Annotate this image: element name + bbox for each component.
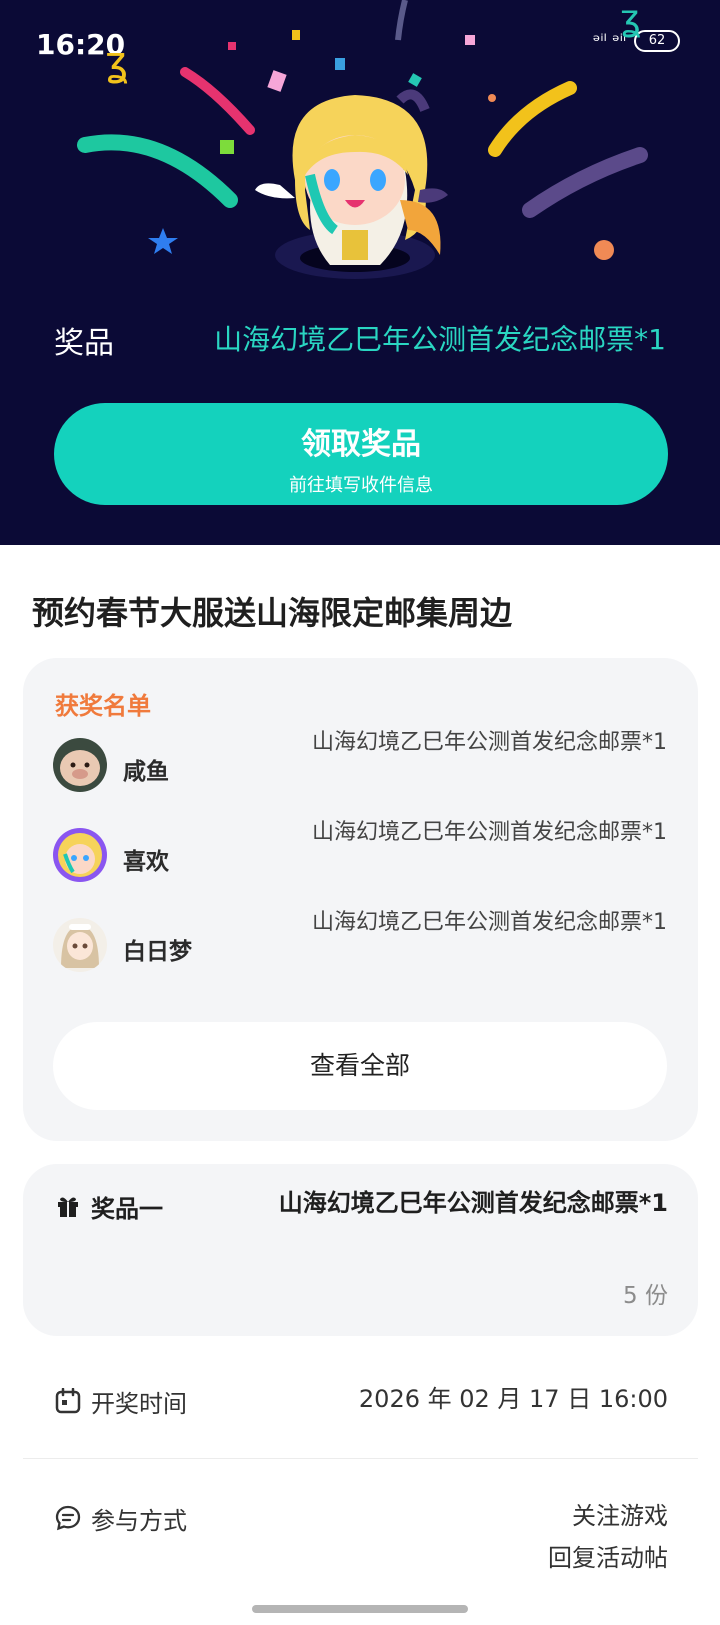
participation-label: 参与方式 — [91, 1507, 187, 1535]
svg-text:ʓ: ʓ — [105, 39, 128, 85]
hero-banner: 16:20 ᵊⁱˡ ᵊⁱˡ 62 ʓ ʓ 奖品 山海幻境乙巳年公测首发纪念邮票*… — [0, 0, 720, 545]
prize-detail-card: 奖品一 山海幻境乙巳年公测首发纪念邮票*1 5 份 — [23, 1164, 698, 1336]
calendar-icon — [55, 1388, 81, 1414]
prize-label: 奖品 — [54, 326, 114, 361]
winner-prize: 山海幻境乙巳年公测首发纪念邮票*1 — [312, 910, 667, 935]
svg-text:ʓ: ʓ — [620, 0, 641, 39]
winners-heading: 获奖名单 — [55, 692, 151, 720]
hero-prize-row: 奖品 山海幻境乙巳年公测首发纪念邮票*1 — [0, 318, 720, 361]
claim-button-title: 领取奖品 — [301, 427, 421, 462]
gift-icon — [58, 1197, 78, 1217]
participation-method: 回复活动帖 — [548, 1544, 668, 1572]
participation-values: 关注游戏 回复活动帖 — [548, 1495, 668, 1579]
winner-name: 喜欢 — [123, 849, 169, 875]
activity-title: 预约春节大服送山海限定邮集周边 — [32, 594, 513, 632]
home-indicator[interactable] — [252, 1605, 468, 1613]
divider — [23, 1458, 698, 1459]
participation-method: 关注游戏 — [572, 1502, 668, 1530]
view-all-button[interactable]: 查看全部 — [53, 1022, 667, 1110]
winners-card: 获奖名单 咸鱼 山海幻境乙巳年公测首发纪念邮票*1 喜欢 山海幻境乙巳年公测首发… — [23, 658, 698, 1141]
chat-icon — [55, 1505, 81, 1531]
anime-avatar — [53, 828, 107, 882]
winner-row[interactable]: 咸鱼 山海幻境乙巳年公测首发纪念邮票*1 — [53, 726, 667, 806]
prize-one-label: 奖品一 — [91, 1195, 163, 1223]
claim-prize-button[interactable]: 领取奖品 前往填写收件信息 — [54, 403, 668, 505]
winner-row[interactable]: 喜欢 山海幻境乙巳年公测首发纪念邮票*1 — [53, 816, 667, 896]
draw-time-value: 2026 年 02 月 17 日 16:00 — [358, 1385, 668, 1413]
winner-prize: 山海幻境乙巳年公测首发纪念邮票*1 — [312, 820, 667, 845]
prize-one-name: 山海幻境乙巳年公测首发纪念邮票*1 — [278, 1189, 668, 1217]
claim-button-subtitle: 前往填写收件信息 — [289, 475, 433, 496]
winner-row[interactable]: 白日梦 山海幻境乙巳年公测首发纪念邮票*1 — [53, 906, 667, 986]
participation-row: 参与方式 关注游戏 回复活动帖 — [23, 1495, 698, 1595]
prize-count: 5 份 — [623, 1283, 668, 1309]
winner-prize: 山海幻境乙巳年公测首发纪念邮票*1 — [312, 730, 667, 755]
pig-avatar — [53, 738, 107, 792]
winner-name: 咸鱼 — [123, 759, 169, 785]
mascot-illustration — [255, 89, 448, 279]
girl-avatar — [53, 918, 107, 972]
draw-time-label: 开奖时间 — [91, 1390, 187, 1418]
prize-name: 山海幻境乙巳年公测首发纪念邮票*1 — [214, 323, 666, 356]
winner-name: 白日梦 — [123, 939, 192, 965]
draw-time-row: 开奖时间 2026 年 02 月 17 日 16:00 — [23, 1378, 698, 1438]
